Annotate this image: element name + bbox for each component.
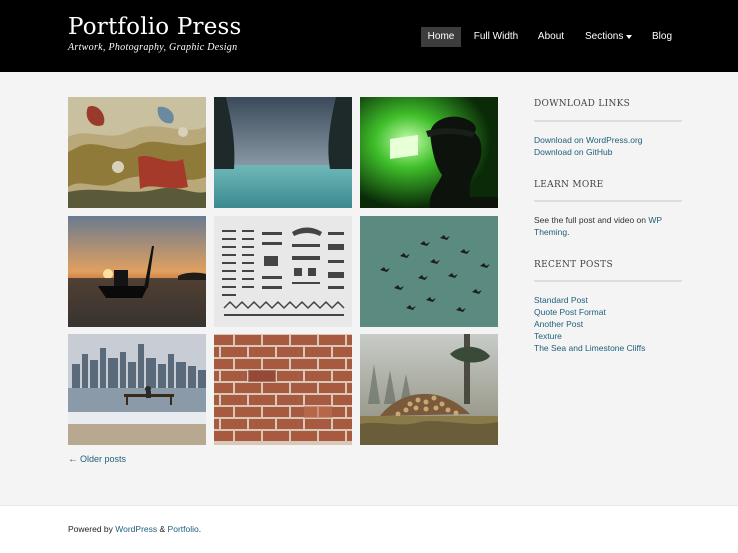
learn-text-after: . — [567, 227, 570, 237]
chevron-down-icon[interactable] — [626, 35, 632, 39]
nav-label: Home — [427, 31, 455, 42]
older-posts-label: Older posts — [80, 454, 127, 464]
widget-divider — [534, 200, 682, 202]
post-thumbnail-brick-wall[interactable] — [214, 334, 352, 445]
recent-post-link[interactable]: Standard Post — [534, 294, 588, 306]
arrow-left-icon: ← — [68, 454, 78, 465]
learn-more-text: See the full post and video on WP Theming… — [534, 214, 684, 238]
footer-portfolio-link[interactable]: Portfolio — [168, 524, 199, 534]
site-header: Portfolio Press Artwork, Photography, Gr… — [0, 0, 738, 72]
download-wordpress-link[interactable]: Download on WordPress.org — [534, 134, 643, 146]
widget-divider — [534, 120, 682, 122]
post-thumbnail-sea-cliffs[interactable] — [214, 97, 352, 208]
image-icon — [214, 334, 352, 445]
nav-item-about[interactable]: About — [533, 27, 569, 47]
site-footer: Powered by WordPress & Portfolio. — [0, 506, 738, 553]
learn-text-before: See the full post and video on — [534, 215, 649, 225]
nav-item-home[interactable]: Home — [421, 27, 461, 47]
post-thumbnail-log-pile[interactable] — [360, 334, 498, 445]
widget-divider — [534, 280, 682, 282]
nav-item-full-width[interactable]: Full Width — [470, 27, 522, 47]
site-title[interactable]: Portfolio Press — [68, 14, 242, 40]
footer-wordpress-link[interactable]: WordPress — [115, 524, 157, 534]
image-icon — [68, 97, 206, 208]
post-thumbnail-birds[interactable] — [360, 216, 498, 327]
post-thumbnail-ornaments[interactable] — [214, 216, 352, 327]
nav-label: Full Width — [473, 31, 519, 42]
image-icon — [68, 216, 206, 327]
image-icon — [68, 334, 206, 445]
footer-end: . — [198, 524, 202, 534]
recent-post-link[interactable]: The Sea and Limestone Cliffs — [534, 342, 645, 354]
older-posts-link[interactable]: ← Older posts — [68, 453, 126, 465]
wp-link-part: WP — [648, 215, 663, 225]
recent-post-link[interactable]: Quote Post Format — [534, 306, 606, 318]
nav-label: About — [537, 31, 565, 42]
nav-label: Blog — [651, 31, 672, 42]
download-github-link[interactable]: Download on GitHub — [534, 146, 612, 158]
footer-amp: & — [157, 524, 168, 534]
footer-credits: Powered by WordPress & Portfolio. — [68, 524, 201, 534]
image-icon — [214, 97, 352, 208]
footer-powered-text: Powered by — [68, 524, 116, 534]
widget-title-recent: RECENT POSTS — [534, 260, 613, 270]
site-tagline: Artwork, Photography, Graphic Design — [68, 42, 238, 53]
recent-post-link[interactable]: Texture — [534, 330, 562, 342]
image-icon — [360, 97, 498, 208]
image-icon — [360, 334, 498, 445]
nav-item-sections[interactable]: Sections — [582, 27, 628, 47]
post-thumbnail-city-skyline[interactable] — [68, 334, 206, 445]
widget-title-download: DOWNLOAD LINKS — [534, 99, 631, 109]
post-thumbnail-boat-sunset[interactable] — [68, 216, 206, 327]
theming-link-part: Theming — [534, 227, 568, 237]
image-icon — [214, 216, 352, 327]
post-thumbnail-peeling-wall[interactable] — [68, 97, 206, 208]
nav-item-blog[interactable]: Blog — [648, 27, 676, 47]
widget-title-learn: LEARN MORE — [534, 180, 604, 190]
recent-post-link[interactable]: Another Post — [534, 318, 583, 330]
image-icon — [360, 216, 498, 327]
nav-label: Sections — [585, 31, 624, 42]
post-thumbnail-green-light[interactable] — [360, 97, 498, 208]
